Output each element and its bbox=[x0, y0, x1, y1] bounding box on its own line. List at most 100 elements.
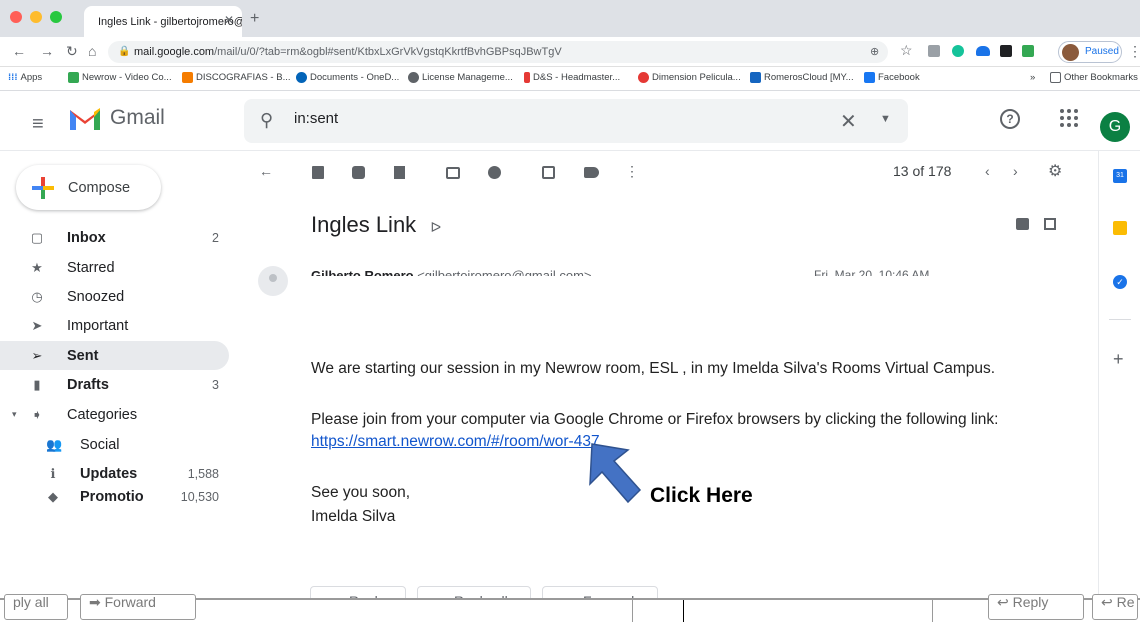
search-icon[interactable]: ⚲ bbox=[260, 110, 273, 131]
unread-count: 2 bbox=[212, 230, 219, 245]
green-extension-icon[interactable] bbox=[1022, 45, 1034, 57]
close-window-icon[interactable] bbox=[10, 11, 22, 23]
subject-text: Ingles Link bbox=[311, 212, 417, 237]
print-icon[interactable] bbox=[1016, 218, 1029, 230]
calendar-icon[interactable]: 31 bbox=[1113, 169, 1127, 183]
get-addons-icon[interactable]: + bbox=[1113, 349, 1124, 370]
sidebar-item-label: Updates bbox=[80, 465, 138, 482]
bookmark-ds[interactable]: D&S - Headmaster... bbox=[524, 72, 620, 83]
sender-name[interactable]: Gilberto Romero bbox=[311, 268, 414, 276]
bottom-overlay-strip: ply all ➡ Forward ↩ Reply ↩ Re bbox=[0, 594, 1140, 622]
promotions-count: 10,530 bbox=[180, 490, 219, 503]
bookmark-romeroscloud[interactable]: RomerosCloud [MY... bbox=[750, 72, 854, 83]
maximize-window-icon[interactable] bbox=[50, 11, 62, 23]
clear-search-icon[interactable]: ✕ bbox=[840, 109, 857, 134]
facebook-icon bbox=[864, 72, 875, 83]
bookmark-onedrive[interactable]: Documents - OneD... bbox=[296, 72, 399, 83]
new-tab-icon[interactable]: + bbox=[250, 10, 259, 28]
search-options-icon[interactable]: ▼ bbox=[880, 113, 891, 125]
bottom-reply-cut-button[interactable]: ↩ Re bbox=[1092, 594, 1138, 620]
sidebar-item-label: Important bbox=[67, 317, 129, 334]
bottom-forward-button[interactable]: ➡ Forward bbox=[80, 594, 196, 620]
back-to-list-icon[interactable]: ← bbox=[259, 163, 273, 179]
mark-unread-icon[interactable] bbox=[446, 167, 460, 179]
star-icon: ★ bbox=[31, 260, 43, 275]
keep-icon[interactable] bbox=[1113, 221, 1127, 235]
bottom-reply-button[interactable]: ↩ Reply bbox=[988, 594, 1084, 620]
report-spam-icon[interactable] bbox=[352, 166, 365, 179]
search-input[interactable] bbox=[294, 110, 794, 127]
bookmark-newrow[interactable]: Newrow - Video Co... bbox=[68, 72, 172, 83]
bookmark-dimension[interactable]: Dimension Pelicula... bbox=[638, 72, 741, 83]
dark-extension-icon[interactable] bbox=[1000, 45, 1012, 57]
draft-icon: ▮ bbox=[33, 377, 41, 392]
sidebar-item-inbox[interactable]: ▢ Inbox 2 bbox=[0, 223, 229, 252]
bookmark-label: Facebook bbox=[878, 72, 920, 83]
zoom-icon[interactable]: ⊕ bbox=[870, 41, 879, 63]
open-new-window-icon[interactable] bbox=[1044, 218, 1056, 230]
snooze-icon[interactable] bbox=[488, 166, 501, 179]
home-icon[interactable]: ⌂ bbox=[88, 43, 96, 59]
close-tab-icon[interactable]: ✕ bbox=[224, 13, 234, 27]
newer-icon[interactable]: ‹ bbox=[985, 163, 990, 179]
sidebar-item-categories[interactable]: ▾ ➧ Categories bbox=[0, 400, 229, 429]
sidebar-item-snoozed[interactable]: ◷ Snoozed bbox=[0, 282, 229, 311]
minimize-window-icon[interactable] bbox=[30, 11, 42, 23]
bookmark-license[interactable]: License Manageme... bbox=[408, 72, 513, 83]
gmail-logo[interactable]: Gmail bbox=[68, 105, 165, 131]
browser-tab[interactable]: Ingles Link - gilbertojromero@gm ✕ bbox=[84, 6, 242, 37]
room-link[interactable]: https://smart.newrow.com/#/room/wor-437 bbox=[311, 433, 600, 451]
older-icon[interactable]: › bbox=[1013, 163, 1018, 179]
sidebar-item-starred[interactable]: ★ Starred bbox=[0, 253, 229, 282]
bookmark-label: License Manageme... bbox=[422, 72, 513, 83]
discografias-icon bbox=[182, 72, 193, 83]
inbox-icon: ▢ bbox=[30, 230, 44, 245]
cloud-extension-icon[interactable] bbox=[976, 46, 990, 56]
archive-icon[interactable] bbox=[312, 166, 324, 179]
email-subject: Ingles Link ᐅ bbox=[311, 212, 441, 238]
side-panel-divider bbox=[1109, 319, 1131, 320]
extension-icon[interactable] bbox=[928, 45, 940, 57]
other-bookmarks[interactable]: Other Bookmarks bbox=[1050, 72, 1138, 83]
help-icon[interactable]: ? bbox=[1000, 109, 1020, 129]
more-actions-icon[interactable]: ⋮ bbox=[625, 163, 639, 180]
chrome-menu-icon[interactable]: ⋮ bbox=[1128, 43, 1140, 60]
grammarly-icon[interactable] bbox=[952, 45, 964, 57]
bookmark-discografias[interactable]: DISCOGRAFIAS - B... bbox=[182, 72, 291, 83]
reload-icon[interactable]: ↻ bbox=[66, 43, 78, 60]
label-as-icon[interactable] bbox=[584, 167, 599, 178]
body-line-2: Please join from your computer via Googl… bbox=[311, 411, 999, 428]
more-bookmarks-icon[interactable]: » bbox=[1030, 72, 1035, 83]
account-avatar[interactable]: G bbox=[1100, 112, 1130, 142]
google-apps-icon[interactable] bbox=[1060, 109, 1078, 127]
sidebar-item-sent[interactable]: ➢ Sent bbox=[0, 341, 229, 370]
back-icon[interactable]: ← bbox=[12, 43, 26, 59]
forward-arrow-icon: ➡ bbox=[89, 594, 105, 610]
profile-paused-button[interactable]: Paused bbox=[1058, 41, 1122, 63]
sidebar-item-social[interactable]: 👥 Social bbox=[0, 430, 229, 459]
reply-arrow-icon: ↩ bbox=[1101, 594, 1117, 610]
add-to-tasks-icon[interactable] bbox=[542, 166, 555, 179]
forward-icon[interactable]: → bbox=[40, 43, 54, 59]
browser-toolbar: ← → ↻ ⌂ 🔒 mail.google.com/mail/u/0/?tab=… bbox=[0, 37, 1140, 67]
sidebar-item-important[interactable]: ➤ Important bbox=[0, 311, 229, 340]
expand-categories-icon[interactable]: ▾ bbox=[12, 409, 17, 420]
bottom-reply-all-button[interactable]: ply all bbox=[4, 594, 68, 620]
bookmark-apps[interactable]: ⁞⁞⁞ Apps bbox=[8, 72, 42, 83]
dimension-icon bbox=[638, 72, 649, 83]
sidebar-item-promotions[interactable]: ◆ Promotio 10,530 bbox=[0, 488, 229, 503]
bookmark-facebook[interactable]: Facebook bbox=[864, 72, 920, 83]
tasks-icon[interactable]: ✓ bbox=[1113, 275, 1127, 289]
address-bar[interactable]: 🔒 mail.google.com/mail/u/0/?tab=rm&ogbl#… bbox=[108, 41, 888, 63]
send-icon: ➢ bbox=[31, 348, 43, 363]
main-menu-icon[interactable]: ≡ bbox=[32, 113, 44, 136]
important-marker-icon[interactable]: ᐅ bbox=[430, 219, 441, 235]
bottom-reply-label: Reply bbox=[1012, 594, 1049, 610]
sidebar-item-drafts[interactable]: ▮ Drafts 3 bbox=[0, 370, 229, 399]
bookmark-star-icon[interactable]: ☆ bbox=[900, 42, 913, 59]
delete-icon[interactable] bbox=[394, 166, 405, 179]
sidebar-item-updates[interactable]: ℹ Updates 1,588 bbox=[0, 459, 229, 488]
compose-button[interactable]: Compose bbox=[16, 165, 161, 210]
sidebar-item-label: Snoozed bbox=[67, 288, 125, 305]
settings-gear-icon[interactable]: ⚙ bbox=[1048, 161, 1062, 181]
